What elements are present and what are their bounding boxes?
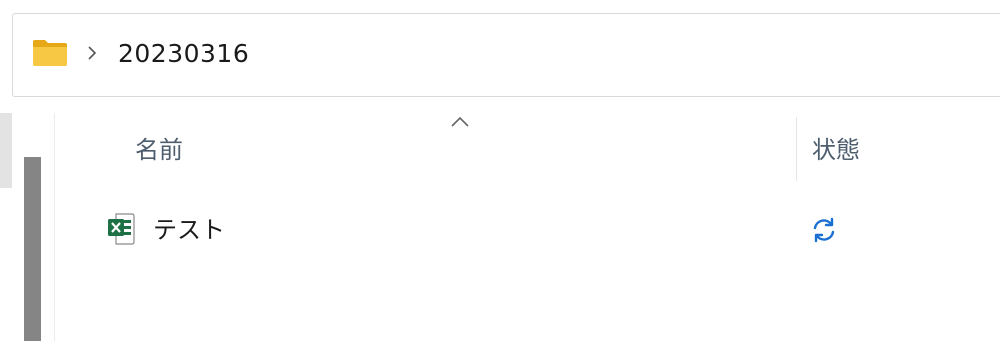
sort-ascending-icon [451,116,469,127]
file-row[interactable]: テスト [58,200,1000,262]
nav-scrollbar-segment[interactable] [0,113,12,188]
sync-pending-icon [813,217,835,243]
column-header-status[interactable]: 状態 [812,134,860,166]
file-name[interactable]: テスト [153,214,225,246]
breadcrumb-folder[interactable]: 20230316 [118,39,249,69]
address-bar[interactable]: 20230316 [12,13,1000,97]
folder-icon [33,40,67,66]
chevron-right-icon[interactable] [86,45,98,61]
column-divider[interactable] [796,117,797,181]
navigation-pane [0,113,55,341]
excel-file-icon [108,213,135,245]
column-header-name[interactable]: 名前 [135,134,183,166]
nav-scrollbar-thumb[interactable] [24,157,41,341]
